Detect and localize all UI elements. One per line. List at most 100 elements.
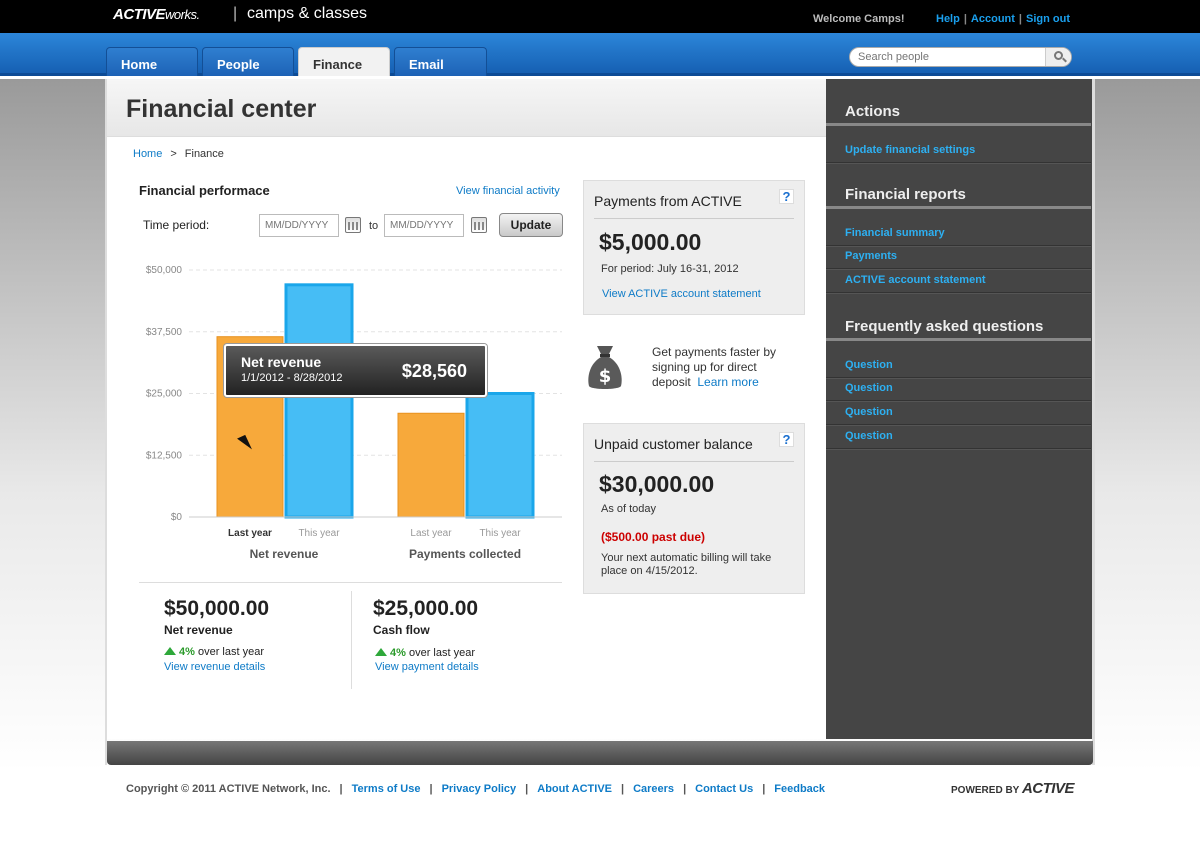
sidebar-heading-actions: Actions bbox=[845, 103, 901, 120]
tooltip-title: Net revenue bbox=[241, 354, 322, 370]
footer-band bbox=[107, 741, 1093, 765]
powered-by-logo[interactable]: POWERED BY ACTIVE bbox=[951, 780, 1074, 797]
start-date-input[interactable] bbox=[259, 214, 339, 237]
feedback-link[interactable]: Feedback bbox=[774, 783, 825, 795]
breadcrumb-separator: > bbox=[170, 148, 177, 160]
footer-separator: | bbox=[621, 783, 625, 795]
unpaid-balance-panel: Unpaid customer balance ? $30,000.00 As … bbox=[583, 423, 805, 594]
sidebar-item-label: Question bbox=[845, 359, 893, 371]
account-link[interactable]: Account bbox=[971, 13, 1015, 25]
y-tick-label: $50,000 bbox=[146, 265, 183, 276]
sign-out-link[interactable]: Sign out bbox=[1026, 13, 1070, 25]
view-financial-activity-link[interactable]: View financial activity bbox=[456, 185, 560, 197]
past-due-text: ($500.00 past due) bbox=[601, 530, 706, 544]
net-revenue-change: 4% over last year bbox=[164, 646, 264, 658]
sidebar-item-question[interactable]: Question bbox=[826, 401, 1091, 425]
view-revenue-details-link[interactable]: View revenue details bbox=[164, 661, 265, 673]
sidebar-item-label: Question bbox=[845, 406, 893, 418]
payments-period: For period: July 16-31, 2012 bbox=[601, 263, 739, 275]
activeworks-logo[interactable]: ACTIVEworks. bbox=[113, 6, 200, 23]
logo-suffix: works. bbox=[165, 7, 200, 22]
search-button[interactable] bbox=[1045, 48, 1071, 66]
logo-separator: | bbox=[233, 5, 238, 22]
performance-title: Financial performace bbox=[139, 183, 270, 198]
end-date-input[interactable] bbox=[384, 214, 464, 237]
net-revenue-label: Net revenue bbox=[164, 623, 233, 637]
footer-separator: | bbox=[339, 783, 343, 795]
sidebar-heading-reports: Financial reports bbox=[845, 186, 966, 203]
series-label: This year bbox=[298, 528, 340, 539]
breadcrumb-current: Finance bbox=[184, 148, 224, 160]
help-icon[interactable]: ? bbox=[779, 432, 794, 447]
y-tick-label: $25,000 bbox=[146, 389, 183, 400]
sidebar-item-question[interactable]: Question bbox=[826, 425, 1091, 449]
time-period-label: Time period: bbox=[143, 218, 210, 232]
tooltip-date-range: 1/1/2012 - 8/28/2012 bbox=[241, 372, 343, 384]
sidebar-item-update-settings[interactable]: Update financial settings bbox=[826, 139, 1091, 163]
summary-divider bbox=[139, 582, 562, 583]
sidebar-item-question[interactable]: Question bbox=[826, 354, 1091, 378]
sidebar-item-label: Question bbox=[845, 382, 893, 394]
up-arrow-icon bbox=[375, 648, 387, 656]
calendar-icon[interactable] bbox=[345, 217, 361, 233]
tab-home[interactable]: Home bbox=[106, 47, 198, 76]
cash-flow-amount: $25,000.00 bbox=[373, 597, 479, 620]
search-box bbox=[849, 47, 1072, 67]
privacy-link[interactable]: Privacy Policy bbox=[442, 783, 517, 795]
sidebar-divider bbox=[826, 206, 1091, 209]
performance-chart: $50,000 $37,500 $25,000 $12,500 $0 Last year T… bbox=[146, 265, 562, 561]
tab-people[interactable]: People bbox=[202, 47, 294, 76]
svg-text:$: $ bbox=[599, 366, 612, 387]
money-bag-icon: $ bbox=[588, 346, 622, 389]
sidebar-item-payments[interactable]: Payments bbox=[826, 245, 1091, 269]
update-button[interactable]: Update bbox=[499, 213, 563, 237]
tab-email[interactable]: Email bbox=[394, 47, 487, 76]
cash-flow-change: 4% over last year bbox=[375, 647, 475, 659]
panel-title: Payments from ACTIVE bbox=[594, 193, 742, 209]
up-arrow-icon bbox=[164, 647, 176, 655]
top-links: Help | Account | Sign out bbox=[936, 13, 1070, 25]
tooltip-value: $28,560 bbox=[401, 361, 467, 381]
sidebar-divider bbox=[826, 338, 1091, 341]
y-tick-label: $12,500 bbox=[146, 450, 183, 461]
frame-border bbox=[1092, 79, 1095, 765]
footer-separator: | bbox=[683, 783, 687, 795]
calendar-icon[interactable] bbox=[471, 217, 487, 233]
tab-finance[interactable]: Finance bbox=[298, 47, 390, 76]
series-label: Last year bbox=[228, 528, 272, 539]
link-separator: | bbox=[1018, 13, 1022, 25]
sidebar-divider bbox=[826, 123, 1091, 126]
link-separator: | bbox=[963, 13, 967, 25]
cash-flow-label: Cash flow bbox=[373, 623, 430, 637]
sidebar-heading-faq: Frequently asked questions bbox=[845, 318, 1044, 335]
copyright: Copyright © 2011 ACTIVE Network, Inc. bbox=[126, 783, 331, 795]
help-link[interactable]: Help bbox=[936, 13, 960, 25]
learn-more-link[interactable]: Learn more bbox=[697, 375, 758, 389]
sidebar-item-label: Update financial settings bbox=[845, 144, 976, 156]
help-icon[interactable]: ? bbox=[779, 189, 794, 204]
y-tick-label: $37,500 bbox=[146, 327, 183, 338]
change-percent: 4% bbox=[390, 647, 406, 659]
powered-brand: ACTIVE bbox=[1021, 780, 1075, 797]
view-payment-details-link[interactable]: View payment details bbox=[375, 661, 479, 673]
terms-link[interactable]: Terms of Use bbox=[352, 783, 421, 795]
search-input[interactable] bbox=[858, 51, 1038, 63]
payments-from-active-panel: Payments from ACTIVE ? $5,000.00 For per… bbox=[583, 180, 805, 315]
payments-amount: $5,000.00 bbox=[599, 229, 702, 255]
view-account-statement-link[interactable]: View ACTIVE account statement bbox=[602, 288, 761, 300]
panel-divider bbox=[594, 218, 794, 219]
panel-divider bbox=[594, 461, 794, 462]
contact-link[interactable]: Contact Us bbox=[695, 783, 753, 795]
unpaid-amount: $30,000.00 bbox=[599, 471, 715, 497]
breadcrumb-home[interactable]: Home bbox=[133, 148, 162, 160]
about-link[interactable]: About ACTIVE bbox=[537, 783, 612, 795]
search-icon-handle bbox=[1062, 57, 1067, 63]
sidebar-item-financial-summary[interactable]: Financial summary bbox=[826, 222, 1091, 246]
summary-column-divider bbox=[351, 591, 352, 689]
careers-link[interactable]: Careers bbox=[633, 783, 674, 795]
to-label: to bbox=[369, 220, 379, 232]
powered-prefix: POWERED BY bbox=[951, 785, 1020, 796]
page-title: Financial center bbox=[126, 95, 317, 123]
sidebar-item-question[interactable]: Question bbox=[826, 377, 1091, 401]
sidebar-item-account-statement[interactable]: ACTIVE account statement bbox=[826, 269, 1091, 293]
